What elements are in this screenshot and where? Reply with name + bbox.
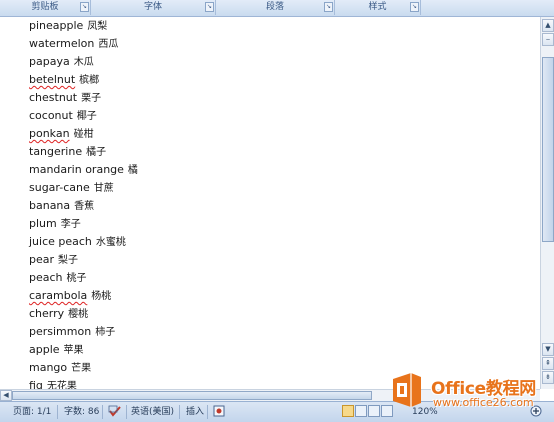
print-layout-view-icon[interactable]	[342, 405, 354, 417]
dialog-launcher-icon[interactable]: ↘	[410, 2, 419, 12]
status-divider	[207, 405, 208, 419]
english-word: pineapple	[29, 19, 84, 32]
ribbon-group-clipboard: 剪贴板 ↘	[0, 0, 91, 15]
document-line: cherry 樱桃	[29, 305, 138, 323]
document-line: persimmon 柿子	[29, 323, 138, 341]
document-line: betelnut 槟榔	[29, 71, 138, 89]
chinese-word: 槟榔	[79, 75, 100, 86]
dialog-launcher-icon[interactable]: ↘	[80, 2, 89, 12]
chinese-word: 梨子	[58, 255, 79, 266]
chinese-word: 橘	[127, 165, 138, 176]
chinese-word: 樱桃	[68, 309, 89, 320]
english-word: banana	[29, 199, 71, 212]
english-word: juice peach	[29, 235, 92, 248]
english-word: peach	[29, 271, 63, 284]
chinese-word: 桃子	[66, 273, 87, 284]
document-canvas[interactable]: pineapple 凤梨 watermelon 西瓜 papaya 木瓜 betelnut 槟…	[0, 17, 540, 392]
status-divider	[102, 405, 103, 419]
document-line: chestnut 栗子	[29, 89, 138, 107]
language-indicator[interactable]: 英语(美国)	[131, 406, 174, 418]
status-divider	[57, 405, 58, 419]
ribbon-group-strip: 剪贴板 ↘ 字体 ↘ 段落 ↘ 样式 ↘	[0, 0, 554, 17]
office-logo-icon	[393, 373, 421, 407]
chinese-word: 碰柑	[73, 129, 94, 140]
vertical-scroll-thumb[interactable]	[542, 57, 554, 242]
status-divider	[179, 405, 180, 419]
full-screen-reading-icon[interactable]	[355, 405, 367, 417]
chinese-word: 芒果	[71, 363, 92, 374]
english-word: apple	[29, 343, 60, 356]
insert-mode[interactable]: 插入	[186, 406, 204, 418]
document-line: peach 桃子	[29, 269, 138, 287]
english-word: mango	[29, 361, 68, 374]
english-word: persimmon	[29, 325, 92, 338]
chinese-word: 栗子	[81, 93, 102, 104]
chinese-word: 凤梨	[87, 21, 108, 32]
english-word: carambola	[29, 289, 88, 302]
ribbon-group-label: 样式	[368, 2, 387, 12]
vertical-scrollbar[interactable]: ▲ ⎯ ▼ ⇞ ⇟	[540, 17, 554, 389]
document-line: sugar-cane 甘蔗	[29, 179, 138, 197]
ribbon-group-font: 字体 ↘	[91, 0, 216, 15]
document-line: papaya 木瓜	[29, 53, 138, 71]
split-view-button[interactable]: ⎯	[542, 33, 554, 46]
document-line: juice peach 水蜜桃	[29, 233, 138, 251]
document-line: coconut 椰子	[29, 107, 138, 125]
document-line: mandarin orange 橘	[29, 161, 138, 179]
chinese-word: 杨桃	[91, 291, 112, 302]
ribbon-group-paragraph: 段落 ↘	[216, 0, 335, 15]
chinese-word: 椰子	[76, 111, 97, 122]
watermark-url: www.office26.com	[433, 396, 534, 409]
document-line: apple 苹果	[29, 341, 138, 359]
document-line: pear 梨子	[29, 251, 138, 269]
english-word: coconut	[29, 109, 73, 122]
ribbon-group-label: 段落	[265, 2, 284, 12]
chinese-word: 柿子	[95, 327, 116, 338]
chinese-word: 橘子	[86, 147, 107, 158]
ribbon-group-label: 字体	[143, 2, 162, 12]
horizontal-scroll-thumb[interactable]	[12, 391, 372, 400]
english-word: plum	[29, 217, 57, 230]
document-text: pineapple 凤梨 watermelon 西瓜 papaya 木瓜 betelnut 槟…	[29, 17, 138, 395]
scroll-left-button[interactable]: ◀	[0, 390, 12, 401]
english-word: betelnut	[29, 73, 76, 86]
english-word: pear	[29, 253, 55, 266]
status-divider	[126, 405, 127, 419]
chinese-word: 水蜜桃	[95, 237, 126, 248]
document-line: plum 李子	[29, 215, 138, 233]
english-word: sugar-cane	[29, 181, 90, 194]
scroll-down-button[interactable]: ▼	[542, 343, 554, 356]
spellcheck-icon[interactable]	[108, 405, 122, 422]
document-line: watermelon 西瓜	[29, 35, 138, 53]
chinese-word: 木瓜	[73, 57, 94, 68]
word-count[interactable]: 字数: 86	[64, 406, 99, 418]
watermark: Office教程网 www.office26.com	[385, 368, 554, 418]
english-word: mandarin orange	[29, 163, 124, 176]
english-word: watermelon	[29, 37, 95, 50]
english-word: chestnut	[29, 91, 78, 104]
chinese-word: 香蕉	[74, 201, 95, 212]
scroll-up-button[interactable]: ▲	[542, 19, 554, 32]
ribbon-group-styles: 样式 ↘	[335, 0, 421, 15]
english-word: papaya	[29, 55, 70, 68]
dialog-launcher-icon[interactable]: ↘	[205, 2, 214, 12]
document-line: carambola 杨桃	[29, 287, 138, 305]
english-word: ponkan	[29, 127, 70, 140]
document-line: mango 芒果	[29, 359, 138, 377]
chinese-word: 苹果	[63, 345, 84, 356]
document-line: ponkan 碰柑	[29, 125, 138, 143]
page-count[interactable]: 页面: 1/1	[13, 406, 51, 418]
english-word: tangerine	[29, 145, 83, 158]
ribbon-group-label: 剪贴板	[31, 2, 59, 12]
macro-record-icon[interactable]	[213, 405, 225, 421]
chinese-word: 李子	[60, 219, 81, 230]
chinese-word: 甘蔗	[93, 183, 114, 194]
web-layout-icon[interactable]	[368, 405, 380, 417]
document-line: tangerine 橘子	[29, 143, 138, 161]
dialog-launcher-icon[interactable]: ↘	[324, 2, 333, 12]
english-word: cherry	[29, 307, 65, 320]
document-line: banana 香蕉	[29, 197, 138, 215]
chinese-word: 西瓜	[98, 39, 119, 50]
document-line: pineapple 凤梨	[29, 17, 138, 35]
